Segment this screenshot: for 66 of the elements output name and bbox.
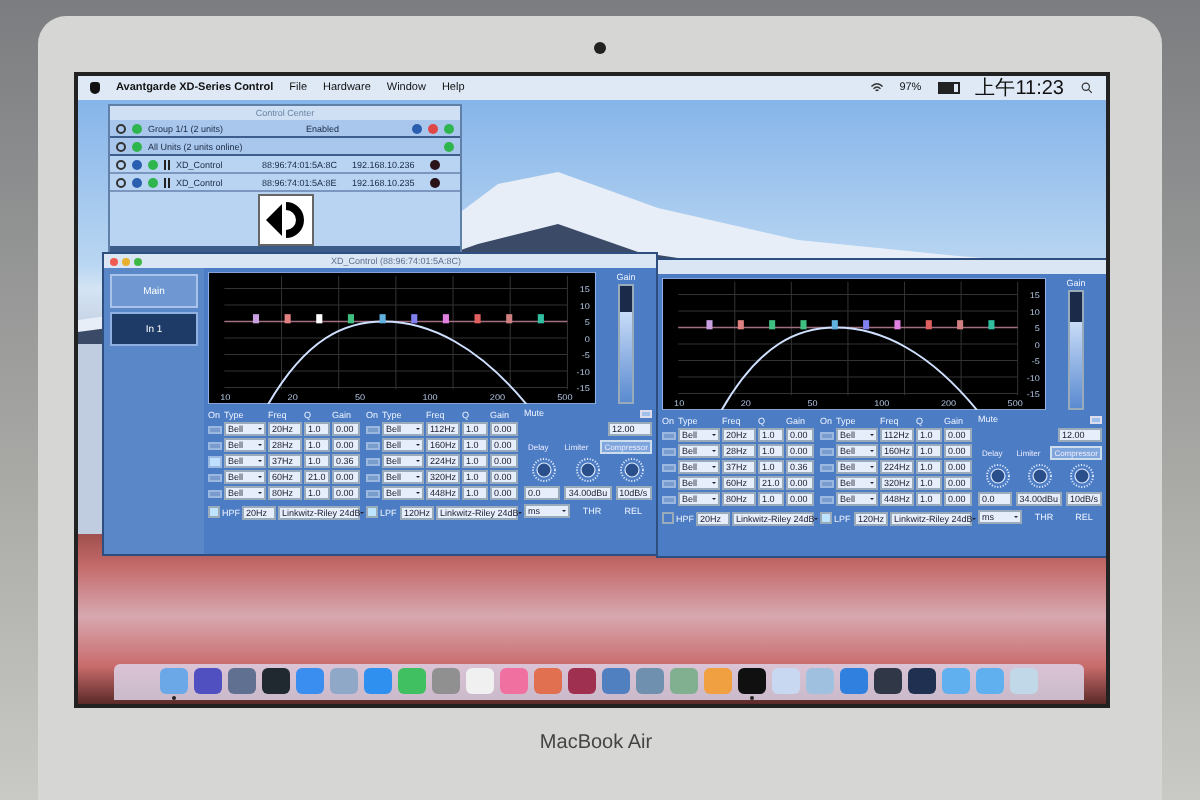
mute-button[interactable]: [1090, 415, 1102, 423]
band-toggle[interactable]: [208, 473, 222, 481]
band-toggle[interactable]: [820, 431, 834, 439]
band-marker[interactable]: [894, 320, 901, 330]
knob[interactable]: [620, 458, 644, 482]
filter-checkbox[interactable]: [366, 506, 378, 518]
battery-icon[interactable]: [937, 82, 960, 94]
band-toggle[interactable]: [208, 455, 222, 467]
camera-icon: [594, 42, 606, 54]
band-toggle[interactable]: [820, 495, 834, 503]
band-marker[interactable]: [988, 320, 995, 330]
band-marker[interactable]: [737, 320, 744, 330]
band-marker[interactable]: [474, 314, 481, 324]
band-marker[interactable]: [379, 314, 386, 324]
band-marker[interactable]: [925, 320, 932, 330]
band-toggle[interactable]: [366, 489, 380, 497]
band-toggle[interactable]: [366, 457, 380, 465]
app-icon[interactable]: [908, 668, 936, 694]
band-marker[interactable]: [442, 314, 449, 324]
clock[interactable]: 上午11:23: [975, 76, 1064, 102]
filter-checkbox[interactable]: [820, 512, 832, 524]
mute-button[interactable]: [640, 409, 652, 417]
band-marker[interactable]: [284, 314, 291, 324]
band-toggle[interactable]: [820, 463, 834, 471]
filter-checkbox[interactable]: [662, 512, 674, 524]
band-toggle[interactable]: [208, 441, 222, 449]
wifi-icon[interactable]: [869, 82, 884, 94]
search-icon[interactable]: [1080, 82, 1094, 94]
knob[interactable]: [1070, 464, 1095, 488]
app-icon[interactable]: [738, 668, 766, 694]
band-marker[interactable]: [347, 314, 354, 324]
band-marker[interactable]: [863, 320, 870, 330]
band-toggle[interactable]: [662, 447, 676, 455]
band-marker[interactable]: [831, 320, 838, 330]
band-marker[interactable]: [957, 320, 964, 330]
app-icon[interactable]: [874, 668, 902, 694]
band-toggle[interactable]: [662, 431, 676, 439]
band-marker[interactable]: [411, 314, 418, 324]
knob[interactable]: [576, 458, 600, 482]
logo-icon: [257, 193, 313, 245]
band-toggle[interactable]: [366, 425, 380, 433]
laptop-label: MacBook Air: [539, 732, 653, 756]
band-toggle[interactable]: [366, 473, 380, 481]
band-marker[interactable]: [252, 314, 260, 324]
band-marker[interactable]: [769, 320, 776, 330]
band-marker[interactable]: [506, 314, 513, 324]
band-marker[interactable]: [800, 320, 807, 330]
band-marker[interactable]: [706, 320, 713, 330]
gain-slider-fill[interactable]: [1070, 322, 1082, 408]
band-toggle[interactable]: [662, 463, 676, 471]
band-toggle[interactable]: [820, 447, 834, 455]
band-toggle[interactable]: [662, 495, 676, 503]
filter-checkbox[interactable]: [208, 506, 220, 518]
knob[interactable]: [1027, 464, 1052, 488]
band-toggle[interactable]: [820, 479, 834, 487]
gain-slider-fill[interactable]: [620, 311, 632, 402]
app-icon[interactable]: [262, 668, 290, 694]
band-marker[interactable]: [316, 314, 323, 324]
band-marker[interactable]: [537, 314, 544, 324]
band-toggle[interactable]: [366, 441, 380, 449]
knob[interactable]: [532, 458, 556, 482]
knob[interactable]: [985, 464, 1010, 488]
band-toggle[interactable]: [208, 425, 222, 433]
band-toggle[interactable]: [662, 479, 676, 487]
window-controls-icon[interactable]: [110, 257, 142, 265]
band-toggle[interactable]: [208, 489, 222, 497]
